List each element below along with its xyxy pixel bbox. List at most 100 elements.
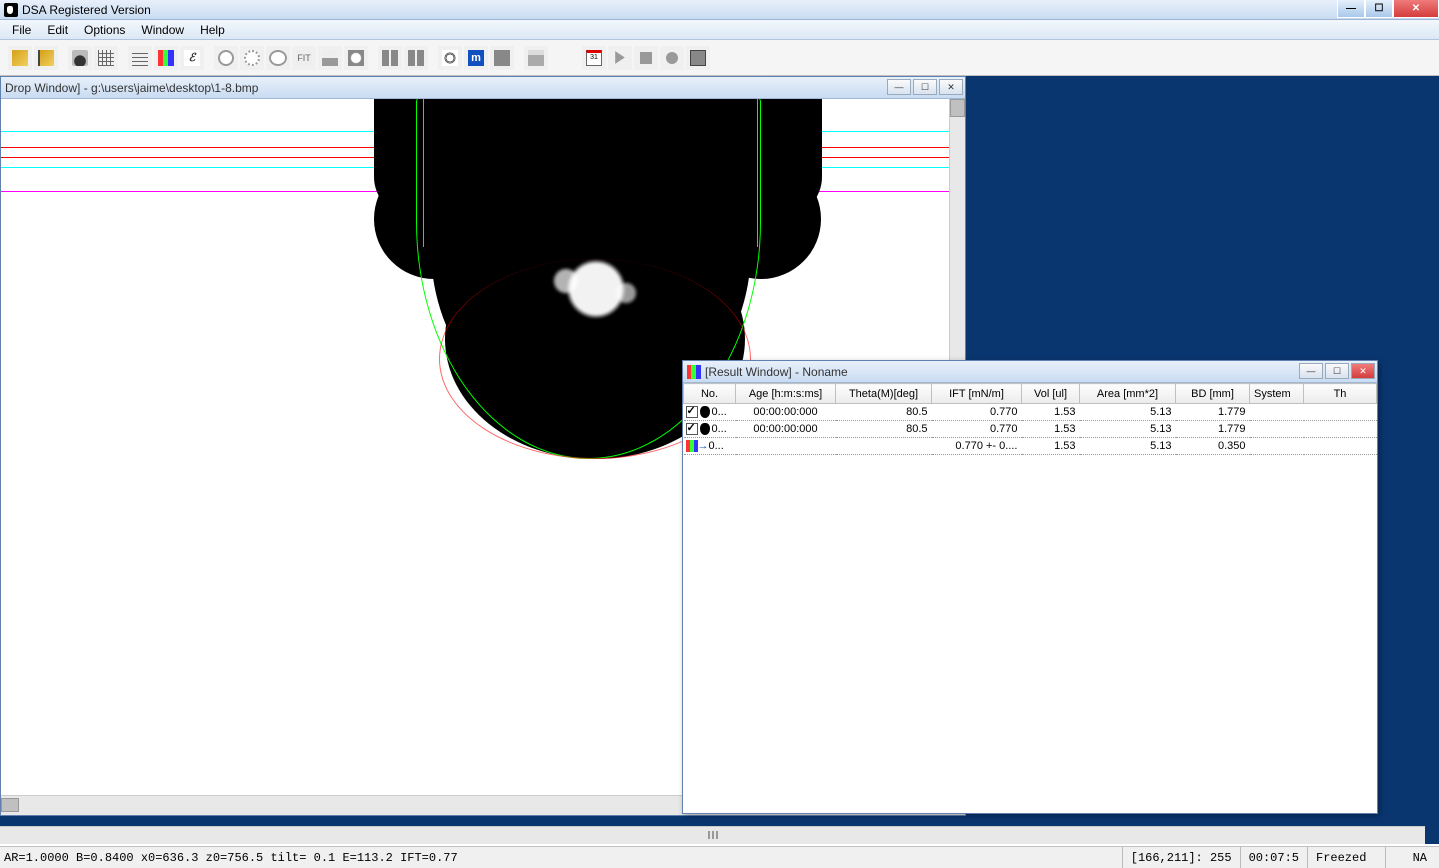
status-bar: AR=1.0000 B=0.8400 x0=636.3 z0=756.5 til…: [0, 846, 1439, 868]
play-button[interactable]: [608, 46, 632, 70]
maximize-button[interactable]: ☐: [1365, 0, 1393, 18]
cell-system: [1250, 421, 1304, 438]
epsilon-icon: ℰ: [184, 50, 200, 66]
menu-file[interactable]: File: [4, 21, 39, 39]
cell-theta: [836, 438, 932, 455]
row-checkbox[interactable]: [686, 423, 698, 435]
menu-window[interactable]: Window: [133, 21, 192, 39]
table-stats-row[interactable]: →0... 0.770 +- 0.... 1.53 5.13 0.350: [684, 438, 1377, 455]
toolbar: ℰ FIT m 31: [0, 40, 1439, 76]
drop-min-button[interactable]: —: [887, 79, 911, 95]
result-window: [Result Window] - Noname — ☐ ✕ No. Age […: [682, 360, 1378, 814]
circle-dotted-icon: [244, 50, 260, 66]
printer-icon: [528, 50, 544, 66]
circle-button-1[interactable]: [214, 46, 238, 70]
grid-button[interactable]: [94, 46, 118, 70]
minimize-button[interactable]: —: [1337, 0, 1365, 18]
e-button[interactable]: ℰ: [180, 46, 204, 70]
import-button[interactable]: [378, 46, 402, 70]
result-window-titlebar[interactable]: [Result Window] - Noname — ☐ ✕: [683, 361, 1377, 383]
mdi-scrollbar-horizontal[interactable]: [0, 826, 1425, 844]
fit-button[interactable]: FIT: [292, 46, 316, 70]
date-button[interactable]: 31: [582, 46, 606, 70]
col-system[interactable]: System: [1250, 384, 1304, 404]
menu-help[interactable]: Help: [192, 21, 233, 39]
menu-edit[interactable]: Edit: [39, 21, 76, 39]
cell-age: [736, 438, 836, 455]
col-th[interactable]: Th: [1304, 384, 1377, 404]
cell-ift: 0.770: [932, 404, 1022, 421]
fit-icon: FIT: [296, 50, 312, 66]
drop-button[interactable]: [68, 46, 92, 70]
col-ift[interactable]: IFT [mN/m]: [932, 384, 1022, 404]
cell-bd: 0.350: [1176, 438, 1250, 455]
drop-window-titlebar[interactable]: Drop Window] - g:\users\jaime\desktop\1-…: [1, 77, 965, 99]
calendar-icon: 31: [586, 50, 602, 66]
drop-icon: [700, 406, 710, 418]
col-bd[interactable]: BD [mm]: [1176, 384, 1250, 404]
record-icon: [666, 52, 678, 64]
drop-max-button[interactable]: ☐: [913, 79, 937, 95]
row-checkbox[interactable]: [686, 406, 698, 418]
chart-button[interactable]: [154, 46, 178, 70]
cell-th: [1304, 421, 1377, 438]
cell-area: 5.13: [1080, 438, 1176, 455]
ellipse-icon: [269, 50, 287, 66]
result-close-button[interactable]: ✕: [1351, 363, 1375, 379]
lines-icon: [132, 50, 148, 66]
result-max-button[interactable]: ☐: [1325, 363, 1349, 379]
table-header-row: No. Age [h:m:s:ms] Theta(M)[deg] IFT [mN…: [684, 384, 1377, 404]
cell-bd: 1.779: [1176, 404, 1250, 421]
circle-icon: [218, 50, 234, 66]
export-button[interactable]: [404, 46, 428, 70]
needle-icon: [494, 50, 510, 66]
lines-button[interactable]: [128, 46, 152, 70]
app-icon: [4, 3, 18, 17]
stop-button[interactable]: [634, 46, 658, 70]
folder-icon: [12, 50, 28, 66]
result-min-button[interactable]: —: [1299, 363, 1323, 379]
scrollbar-thumb[interactable]: [950, 99, 965, 117]
cell-th: [1304, 438, 1377, 455]
menu-options[interactable]: Options: [76, 21, 133, 39]
scrollbar-thumb[interactable]: [1, 798, 19, 812]
export-icon: [408, 50, 424, 66]
result-window-title: [Result Window] - Noname: [705, 365, 848, 379]
cell-ift: 0.770 +- 0....: [932, 438, 1022, 455]
drop-highlight: [521, 249, 671, 329]
calc-button[interactable]: [686, 46, 710, 70]
m-button[interactable]: m: [464, 46, 488, 70]
circle-button-2[interactable]: [240, 46, 264, 70]
stop-icon: [640, 52, 652, 64]
contour-button[interactable]: [344, 46, 368, 70]
window-controls: — ☐ ✕: [1337, 0, 1439, 18]
col-area[interactable]: Area [mm*2]: [1080, 384, 1176, 404]
open-button-2[interactable]: [34, 46, 58, 70]
record-button[interactable]: [660, 46, 684, 70]
table-row[interactable]: 0... 00:00:00:000 80.5 0.770 1.53 5.13 1…: [684, 404, 1377, 421]
open-button-1[interactable]: [8, 46, 32, 70]
cell-vol: 1.53: [1022, 438, 1080, 455]
cell-area: 5.13: [1080, 404, 1176, 421]
col-vol[interactable]: Vol [ul]: [1022, 384, 1080, 404]
profile-button[interactable]: [318, 46, 342, 70]
print-button[interactable]: [524, 46, 548, 70]
drop-close-button[interactable]: ✕: [939, 79, 963, 95]
app-titlebar: DSA Registered Version — ☐ ✕: [0, 0, 1439, 20]
close-button[interactable]: ✕: [1393, 0, 1439, 18]
col-no[interactable]: No.: [684, 384, 736, 404]
cell-th: [1304, 404, 1377, 421]
arrow-icon: →: [698, 440, 709, 452]
cell-vol: 1.53: [1022, 404, 1080, 421]
col-age[interactable]: Age [h:m:s:ms]: [736, 384, 836, 404]
target-button[interactable]: [438, 46, 462, 70]
status-state: Freezed: [1307, 847, 1385, 868]
target-icon: [442, 50, 458, 66]
grid-icon: [98, 50, 114, 66]
needle-button[interactable]: [490, 46, 514, 70]
ellipse-button[interactable]: [266, 46, 290, 70]
drop-window-title: Drop Window] - g:\users\jaime\desktop\1-…: [5, 81, 258, 95]
table-row[interactable]: 0... 00:00:00:000 80.5 0.770 1.53 5.13 1…: [684, 421, 1377, 438]
play-icon: [612, 50, 628, 66]
col-theta[interactable]: Theta(M)[deg]: [836, 384, 932, 404]
